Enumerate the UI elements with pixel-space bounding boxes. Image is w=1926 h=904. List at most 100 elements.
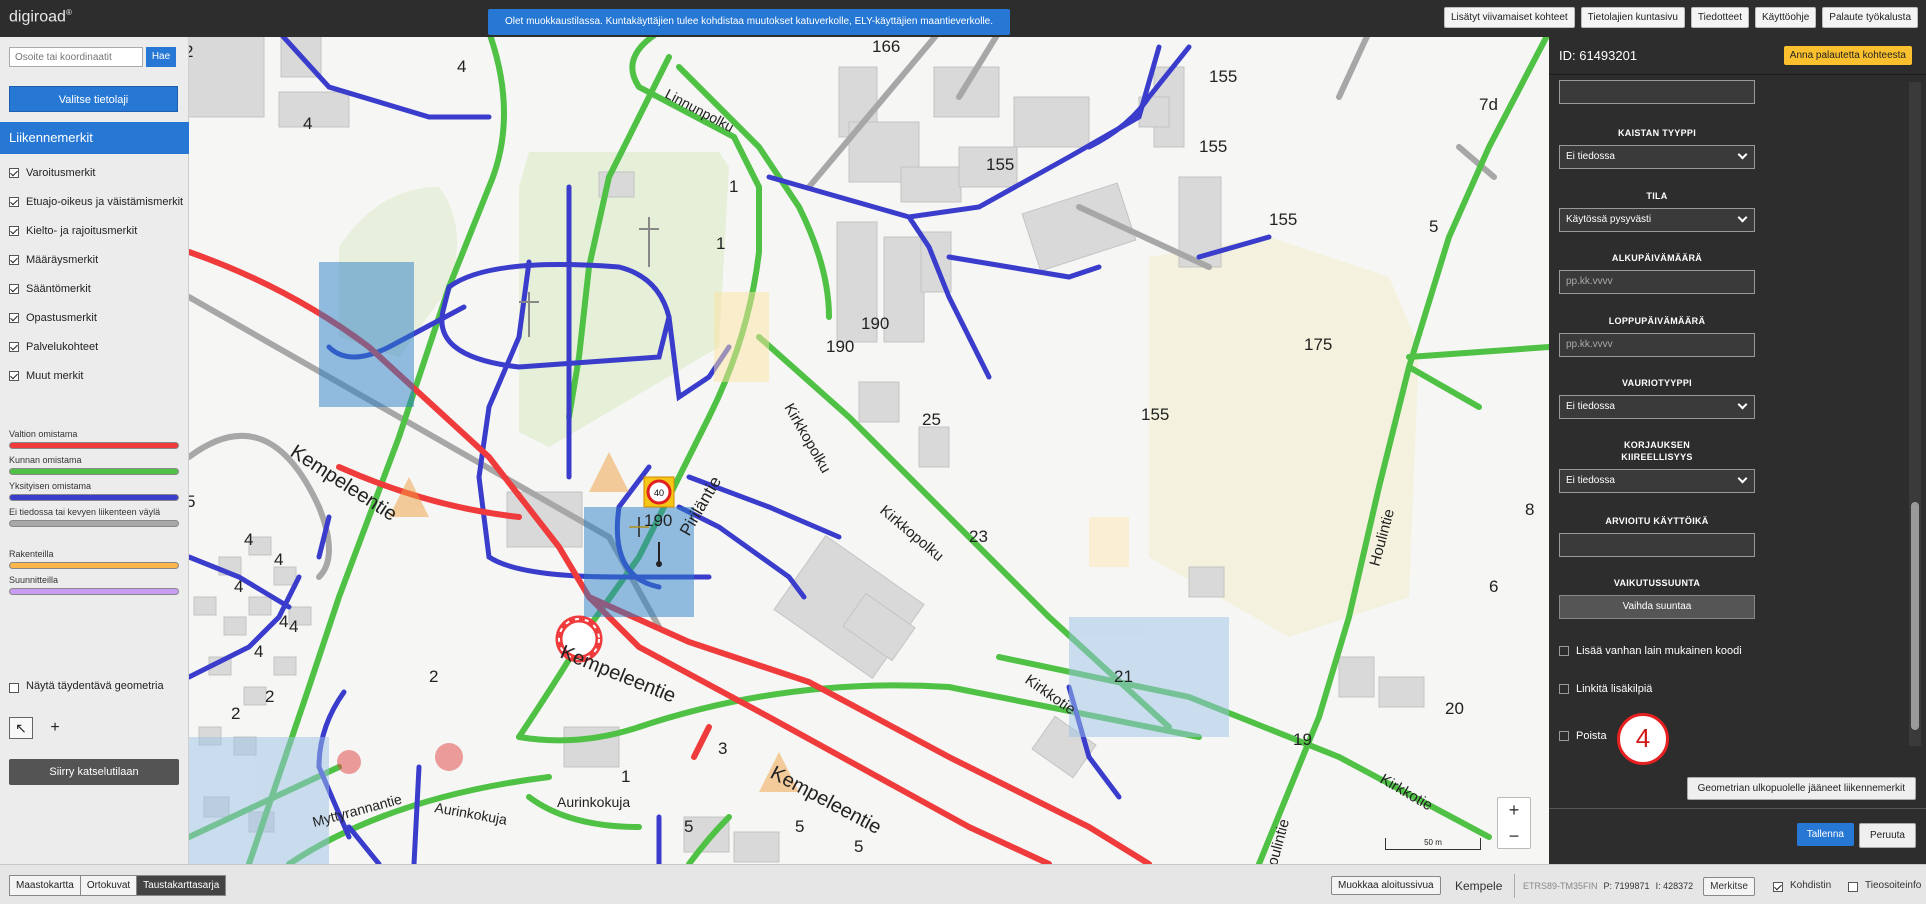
add-old-law-code[interactable]: Lisää vanhan lain mukainen koodi <box>1559 645 1742 657</box>
building <box>1188 566 1225 598</box>
filter-warning-signs[interactable]: Varoitusmerkit <box>9 165 185 182</box>
building <box>733 831 780 863</box>
checkbox-icon[interactable] <box>1848 882 1858 892</box>
zoom-in-button[interactable]: + <box>1498 798 1530 824</box>
ownership-legend: Valtion omistama Kunnan omistama Yksityi… <box>9 429 179 601</box>
green-street <box>1406 344 1549 360</box>
previous-field-input[interactable] <box>1559 80 1755 104</box>
chevron-down-icon <box>1737 149 1748 160</box>
address-number: 3 <box>718 739 727 758</box>
search-button[interactable]: Hae <box>146 47 176 67</box>
end-date-input[interactable]: pp.kk.vvvv <box>1559 333 1755 357</box>
delete-asset[interactable]: Poista <box>1559 730 1607 742</box>
basemap-ortho[interactable]: Ortokuvat <box>80 876 138 895</box>
nav-feedback[interactable]: Palaute työkalusta <box>1822 7 1918 28</box>
zoom-out-button[interactable]: − <box>1498 824 1530 850</box>
address-search-input[interactable] <box>9 47 143 67</box>
blue-road <box>346 824 382 864</box>
add-tool-icon[interactable]: + <box>43 717 67 739</box>
filter-mandatory-signs[interactable]: Määräysmerkit <box>9 252 185 269</box>
map-tools: ↖ + <box>9 717 67 739</box>
asset-header: ID: 61493201 Anna palautetta kohteesta <box>1549 37 1926 75</box>
edit-start-page-button[interactable]: Muokkaa aloitussivua <box>1331 876 1441 895</box>
start-date-input[interactable]: pp.kk.vvvv <box>1559 270 1755 294</box>
select-tool-icon[interactable]: ↖ <box>9 717 33 739</box>
p-coordinate: P: 7199871 <box>1603 881 1650 891</box>
toggle-extra-geometry[interactable]: Näytä täydentävä geometria <box>9 680 164 693</box>
feedback-button[interactable]: Anna palautetta kohteesta <box>1783 46 1912 65</box>
address-number: 2 <box>429 667 438 686</box>
checkbox-icon[interactable] <box>9 255 19 265</box>
address-number: 2 <box>189 42 193 61</box>
checkbox-icon[interactable] <box>1773 882 1783 892</box>
lane-type-select[interactable]: Ei tiedossa <box>1559 145 1755 169</box>
left-panel: Hae Valitse tietolaji Liikennemerkit Var… <box>0 37 189 864</box>
address-number: 4 <box>289 617 298 636</box>
filter-guide-signs[interactable]: Opastusmerkit <box>9 310 185 327</box>
link-additional-plates[interactable]: Linkitä lisäkilpiä <box>1559 683 1652 695</box>
building <box>933 66 1000 118</box>
logo[interactable]: digiroad® <box>9 8 72 26</box>
filter-priority-signs[interactable]: Etuajo-oikeus ja väistämismerkit <box>9 194 185 211</box>
stop-sign-icon <box>435 743 463 771</box>
address-number: 21 <box>1114 667 1133 686</box>
damage-type-select[interactable]: Ei tiedossa <box>1559 395 1755 419</box>
right-panel: ID: 61493201 Anna palautetta kohteesta K… <box>1549 37 1926 864</box>
checkbox-icon[interactable] <box>9 313 19 323</box>
checkbox-icon[interactable] <box>9 226 19 236</box>
legend-state: Valtion omistama <box>9 429 179 449</box>
checkbox-icon[interactable] <box>9 342 19 352</box>
map-view[interactable]: 40 Kempeleentie Kempeleentie Kempeleenti… <box>189 37 1549 864</box>
road-address-toggle[interactable]: Tieosoiteinfo <box>1848 879 1921 892</box>
legend-private: Yksityisen omistama <box>9 481 179 501</box>
checkbox-icon[interactable] <box>9 168 19 178</box>
checkbox-icon[interactable] <box>9 197 19 207</box>
target-toggle[interactable]: Kohdistin <box>1773 879 1831 892</box>
nav-municipality-page[interactable]: Tietolajien kuntasivu <box>1580 7 1685 28</box>
lifetime-field: ARVIOITU KÄYTTÖIKÄ <box>1559 515 1755 557</box>
signs-outside-geometry-button[interactable]: Geometrian ulkopuolelle jääneet liikenne… <box>1686 777 1916 800</box>
address-number: 155 <box>986 155 1014 174</box>
basemap-background[interactable]: Taustakarttasarja <box>137 876 226 895</box>
basemap-terrain[interactable]: Maastokartta <box>10 876 81 895</box>
blue-road <box>411 764 422 864</box>
checkbox-icon[interactable] <box>9 371 19 381</box>
building <box>858 381 900 423</box>
filter-other-signs[interactable]: Muut merkit <box>9 368 185 385</box>
move-to-view-mode-button[interactable]: Siirry katselutilaan <box>9 759 179 785</box>
direction-field: VAIKUTUSSUUNTA Vaihda suuntaa <box>1559 577 1755 619</box>
building <box>243 686 267 706</box>
mark-button[interactable]: Merkitse <box>1703 876 1755 896</box>
red-road <box>691 724 712 760</box>
repair-urgency-select[interactable]: Ei tiedossa <box>1559 469 1755 493</box>
building <box>189 37 265 118</box>
save-button[interactable]: Tallenna <box>1796 823 1854 846</box>
form-scrollbar[interactable] <box>1909 82 1921 746</box>
checkbox-icon[interactable] <box>9 284 19 294</box>
address-number: 175 <box>1304 335 1332 354</box>
checkbox-icon[interactable] <box>9 683 19 693</box>
nav-linear-assets[interactable]: Lisätyt viivamaiset kohteet <box>1443 7 1575 28</box>
warning-sign-icon <box>589 452 629 492</box>
legend-bar <box>9 562 179 569</box>
state-select[interactable]: Käytössä pysyvästi <box>1559 208 1755 232</box>
checkbox-icon[interactable] <box>1559 684 1569 694</box>
lifetime-input[interactable] <box>1559 533 1755 557</box>
scrollbar-thumb[interactable] <box>1911 502 1919 730</box>
filter-regulatory-signs[interactable]: Sääntömerkit <box>9 281 185 298</box>
select-layer-button[interactable]: Valitse tietolaji <box>9 86 178 112</box>
filter-prohibition-signs[interactable]: Kielto- ja rajoitusmerkit <box>9 223 185 240</box>
address-number: 4 <box>279 612 288 631</box>
nav-bulletins[interactable]: Tiedotteet <box>1690 7 1750 28</box>
filter-service-signs[interactable]: Palvelukohteet <box>9 339 185 356</box>
checkbox-icon[interactable] <box>1559 731 1569 741</box>
previous-field <box>1559 80 1755 104</box>
change-direction-button[interactable]: Vaihda suuntaa <box>1559 595 1755 619</box>
nav-user-guide[interactable]: Käyttöohje <box>1755 7 1817 28</box>
checkbox-icon[interactable] <box>1559 646 1569 656</box>
legend-under-construction: Rakenteilla <box>9 549 179 569</box>
cancel-button[interactable]: Peruuta <box>1858 823 1916 848</box>
map-canvas[interactable]: 40 Kempeleentie Kempeleentie Kempeleenti… <box>189 37 1549 864</box>
building <box>273 566 297 586</box>
layer-title: Liikennemerkit <box>0 122 189 154</box>
